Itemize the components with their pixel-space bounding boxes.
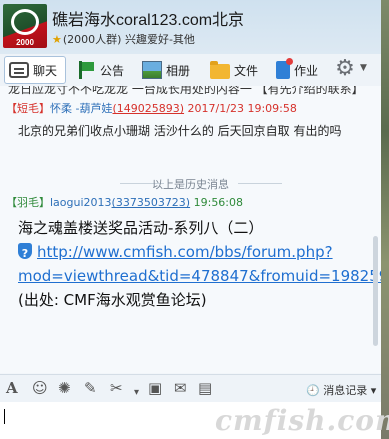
message-scrollbar[interactable] <box>373 86 379 373</box>
message-time: 19:56:08 <box>193 196 244 209</box>
group-title[interactable]: 礁岩海水coral123.com北京 <box>52 6 244 30</box>
gift-icon[interactable]: ✉ <box>174 380 187 397</box>
message-time: 2017/1/23 19:09:58 <box>187 102 297 115</box>
sender-nick[interactable]: laogui2013 <box>50 196 112 209</box>
avatar-logo-ring <box>11 9 39 35</box>
desktop-background <box>381 0 389 439</box>
chevron-down-icon[interactable]: ▼ <box>360 63 367 73</box>
message-body: 北京的兄弟们收点小珊瑚 活沙什么的 后天回京自取 有出的吗 <box>18 124 342 138</box>
group-subtitle-text: (2000人群) 兴趣爱好-其他 <box>62 33 195 46</box>
tab-chat[interactable]: 聊天 <box>4 56 66 84</box>
avatar-year: 2000 <box>16 38 34 47</box>
image-icon[interactable]: ▣ <box>148 380 162 397</box>
message-header: 【羽毛】laogui2013(3373503723) 19:56:08 <box>6 194 243 210</box>
font-icon[interactable]: A <box>6 380 18 397</box>
member-tag: 【羽毛】 <box>6 196 50 209</box>
message-body: 海之魂盖楼送奖品活动-系列八（二） http://www.cmfish.com/… <box>18 216 381 312</box>
photo-icon <box>142 61 162 79</box>
message-link[interactable]: http://www.cmfish.com/bbs/forum.php?mod=… <box>18 243 381 285</box>
text-caret <box>4 409 5 424</box>
emoji-icon[interactable]: ☺ <box>32 380 48 397</box>
voice-icon[interactable]: ✎ <box>84 380 97 397</box>
chat-icon <box>9 62 29 78</box>
group-avatar[interactable]: 2000 <box>3 4 47 48</box>
message-history-label: 消息记录 <box>323 384 368 397</box>
member-tag: 【短毛】 <box>6 102 50 115</box>
sender-qq[interactable]: (149025893) <box>112 102 184 115</box>
link-safety-icon <box>18 242 32 266</box>
message-header: 【短毛】怀柔 -葫芦娃(149025893) 2017/1/23 19:09:5… <box>6 100 297 116</box>
sender-nick[interactable]: 怀柔 -葫芦娃 <box>50 102 112 115</box>
sender-qq[interactable]: (3373503723) <box>112 196 191 209</box>
message-line: (出处: CMF海水观赏鱼论坛) <box>18 291 207 309</box>
group-chat-window: 2000 礁岩海水coral123.com北京 ★(2000人群) 兴趣爱好-其… <box>0 0 382 439</box>
site-watermark: cmfish.com <box>215 404 389 437</box>
folder-icon <box>210 61 230 79</box>
tab-files-label: 文件 <box>234 63 259 78</box>
group-toolbar: 聊天 公告 相册 文件 作业 <box>0 54 381 87</box>
send-file-icon[interactable]: ▤ <box>198 380 212 397</box>
flag-icon <box>76 61 96 79</box>
homework-icon <box>276 58 293 79</box>
tab-files[interactable]: 文件 <box>206 56 258 84</box>
tab-album[interactable]: 相册 <box>138 56 190 84</box>
message-history-button[interactable]: 🕘 消息记录 ▾ <box>306 382 376 398</box>
tab-homework-label: 作业 <box>294 63 319 78</box>
history-divider: 以上是历史消息 <box>0 176 381 191</box>
chevron-down-icon[interactable]: ▾ <box>134 384 139 401</box>
tab-chat-label: 聊天 <box>33 63 58 78</box>
clipped-message-text: 龙日应龙寸不不吃龙龙 一台成长用处的内容一 【有先介绍的联系】 <box>8 86 364 96</box>
star-icon: ★ <box>52 33 62 46</box>
tab-announcement-label: 公告 <box>100 63 125 78</box>
group-subtitle: ★(2000人群) 兴趣爱好-其他 <box>52 31 195 47</box>
chat-header: 2000 礁岩海水coral123.com北京 ★(2000人群) 兴趣爱好-其… <box>0 0 381 54</box>
vibrate-icon[interactable]: ✺ <box>58 380 71 397</box>
gear-icon[interactable]: ⚙ <box>334 58 356 80</box>
message-list: 龙日应龙寸不不吃龙龙 一台成长用处的内容一 【有先介绍的联系】 【短毛】怀柔 -… <box>0 86 381 373</box>
history-divider-label: 以上是历史消息 <box>152 178 229 191</box>
scrollbar-thumb[interactable] <box>373 236 378 346</box>
cut-icon[interactable]: ✂ <box>110 380 123 397</box>
tab-album-label: 相册 <box>166 63 191 78</box>
tab-homework[interactable]: 作业 <box>272 56 318 84</box>
message-line: 海之魂盖楼送奖品活动-系列八（二） <box>18 219 264 237</box>
input-toolbar: A ☺ ✺ ✎ ✂ ▾ ▣ ✉ ▤ 🕘 消息记录 ▾ <box>0 374 381 403</box>
tab-announcement[interactable]: 公告 <box>72 56 124 84</box>
